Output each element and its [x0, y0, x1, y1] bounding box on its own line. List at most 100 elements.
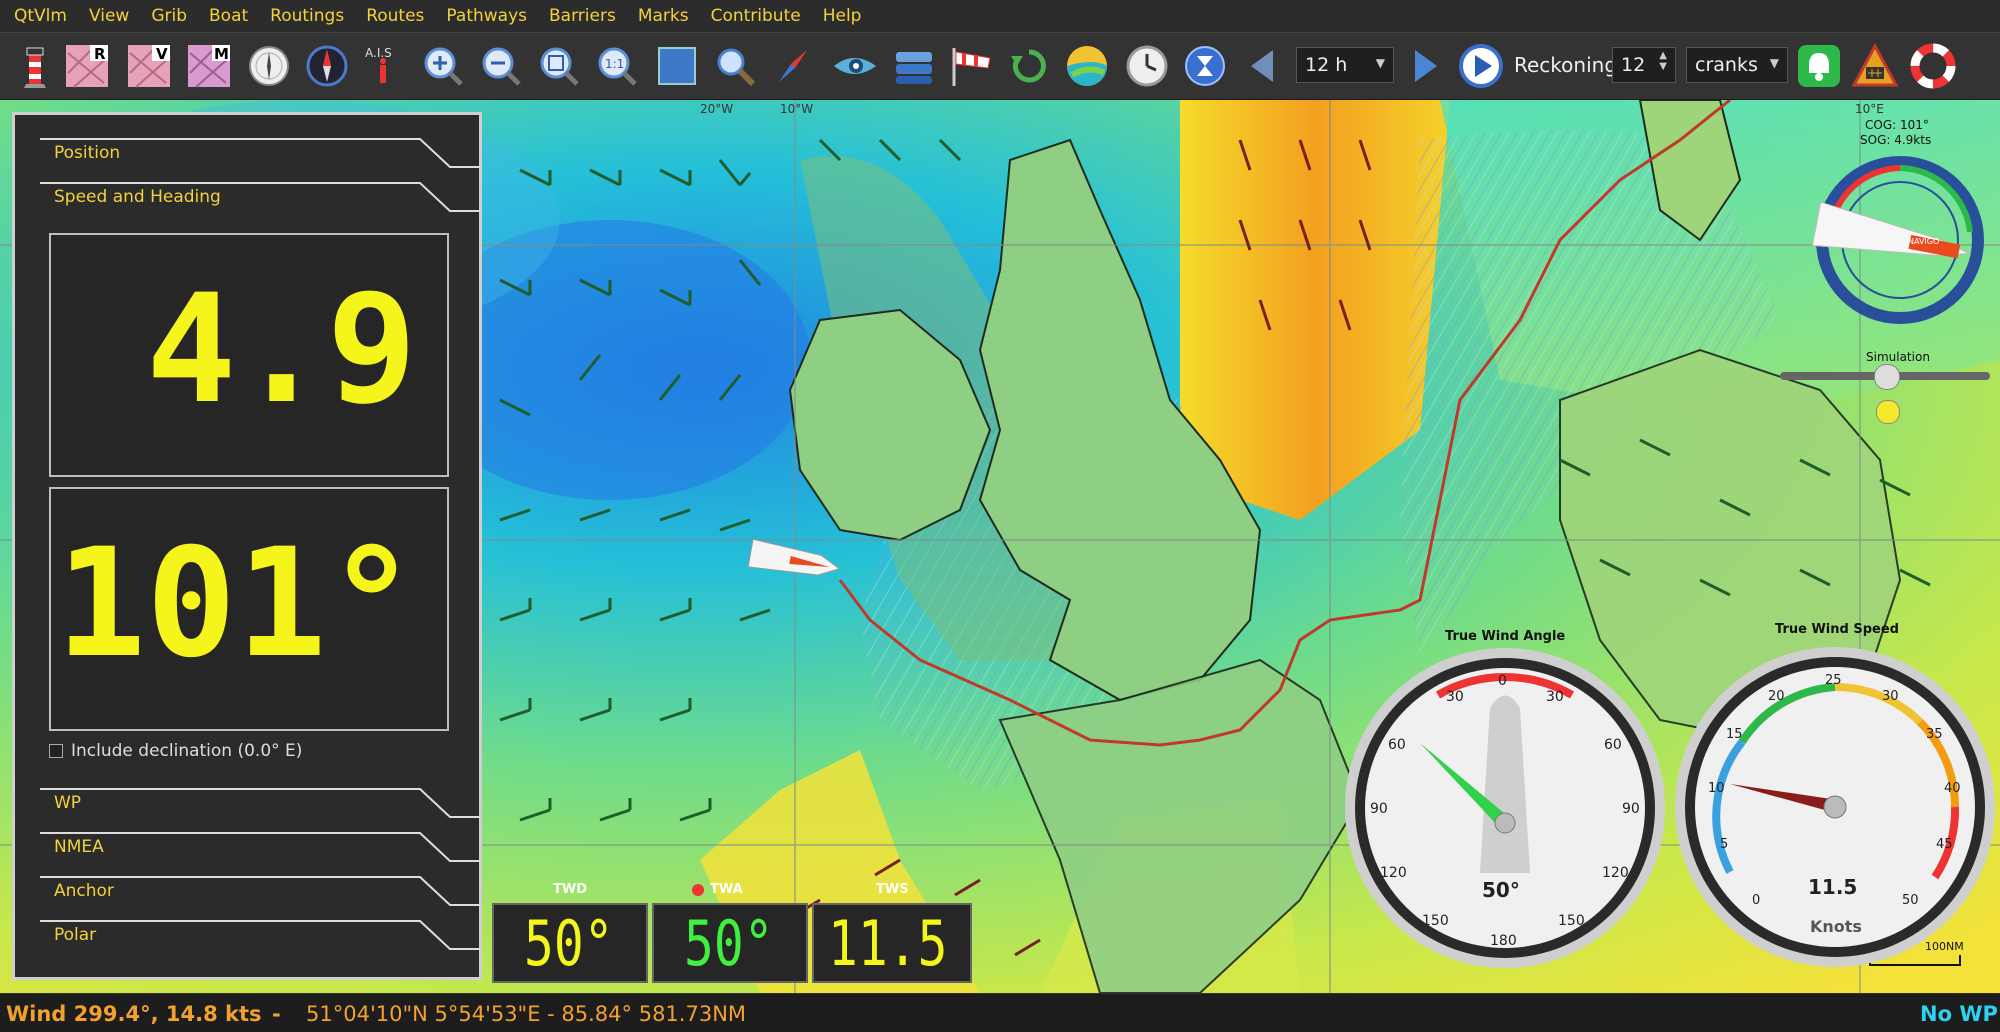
twa-alert-dot: [692, 884, 704, 896]
units-select[interactable]: cranks ▼: [1686, 47, 1788, 83]
zoom-in-icon[interactable]: [420, 43, 466, 89]
warning-icon[interactable]: [1852, 43, 1898, 89]
grib-m-icon[interactable]: M: [186, 43, 232, 89]
chevron-down-icon: ▼: [1375, 56, 1385, 70]
play-icon[interactable]: [1458, 43, 1504, 89]
map-square-icon[interactable]: [654, 43, 700, 89]
timestep-value: 12 h: [1305, 54, 1348, 76]
lighthouse-icon[interactable]: [12, 43, 58, 89]
twa-tick-30l: 30: [1446, 689, 1464, 705]
ais-label: A.I.S: [365, 46, 392, 60]
sog-label: SOG: 4.9kts: [1860, 133, 1932, 147]
twa-gauge-title: True Wind Angle: [1445, 629, 1566, 644]
twa-tick-120l: 120: [1380, 865, 1407, 881]
boat-info-panel: Position Speed and Heading 4.9 101° Incl…: [12, 112, 482, 980]
reckoning-spinbox[interactable]: 12 ▲ ▼: [1612, 47, 1676, 83]
ais-icon[interactable]: A.I.S: [362, 43, 408, 89]
heading-compass-icon[interactable]: [304, 43, 350, 89]
menu-barriers[interactable]: Barriers: [538, 0, 627, 32]
step-forward-icon[interactable]: [1402, 43, 1448, 89]
menu-boat[interactable]: Boat: [198, 0, 259, 32]
chevron-down-icon: ▼: [1769, 56, 1779, 70]
tws-gauge-title: True Wind Speed: [1775, 622, 1899, 637]
menu-view[interactable]: View: [78, 0, 140, 32]
compass-rose-icon[interactable]: [246, 43, 292, 89]
bell-icon[interactable]: [1796, 43, 1842, 89]
tws-tick-40: 40: [1944, 781, 1961, 796]
section-nmea[interactable]: NMEA: [40, 831, 480, 871]
tws-tick-25: 25: [1825, 673, 1842, 688]
menu-contribute[interactable]: Contribute: [700, 0, 812, 32]
tws-tick-10: 10: [1708, 781, 1725, 796]
timestep-select[interactable]: 12 h ▼: [1296, 47, 1394, 83]
cog-label: COG: 101°: [1865, 118, 1929, 132]
section-speed-heading-label: Speed and Heading: [54, 187, 221, 207]
toolbar: R V M A.I.S 1:1 12 h ▼ Reckoning 12 ▲ ▼ …: [0, 32, 2000, 101]
declination-checkbox[interactable]: Include declination (0.0° E): [49, 741, 302, 761]
section-position[interactable]: Position: [40, 137, 480, 177]
windsock-icon[interactable]: [948, 43, 994, 89]
zoom-out-icon[interactable]: [478, 43, 524, 89]
menu-marks[interactable]: Marks: [627, 0, 700, 32]
layers-icon[interactable]: [890, 43, 936, 89]
section-speed-heading[interactable]: Speed and Heading: [40, 181, 480, 221]
tws-tick-45: 45: [1936, 837, 1953, 852]
section-polar[interactable]: Polar: [40, 919, 480, 959]
section-position-label: Position: [54, 143, 121, 163]
twa-value: 50°: [684, 907, 774, 980]
compass-widget[interactable]: COG: 101° SOG: 4.9kts NAVIGO Simulation: [1780, 100, 2000, 440]
compass-dial: NAVIGO: [1811, 156, 1984, 324]
eye-icon[interactable]: [830, 43, 876, 89]
spin-arrows-icon[interactable]: ▲ ▼: [1659, 50, 1667, 72]
reckoning-label: Reckoning: [1514, 53, 1618, 77]
step-back-icon[interactable]: [1240, 43, 1286, 89]
reckoning-value: 12: [1621, 54, 1646, 76]
weather-globe-icon[interactable]: [1064, 43, 1110, 89]
twa-tick-30r: 30: [1546, 689, 1564, 705]
menu-routings[interactable]: Routings: [259, 0, 355, 32]
twa-tick-90l: 90: [1370, 801, 1388, 817]
twd-value: 50°: [524, 907, 614, 980]
twa-tick-180: 180: [1490, 933, 1517, 949]
clock-icon[interactable]: [1124, 43, 1170, 89]
twa-tick-120r: 120: [1602, 865, 1629, 881]
speed-value: 4.9: [146, 263, 417, 437]
checkbox-box[interactable]: [49, 744, 63, 758]
twa-label: TWA: [710, 882, 743, 897]
menu-qtvlm[interactable]: QtVlm: [0, 0, 78, 32]
grib-r-icon[interactable]: R: [64, 43, 110, 89]
lon-label-20w: 20°W: [700, 102, 733, 116]
status-bar: Wind 299.4°, 14.8 kts - 51°04'10"N 5°54'…: [0, 993, 2000, 1032]
tws-gauge: True Wind Speed 0 5 10 15 20 25 30 35 40…: [1670, 618, 2000, 978]
section-anchor[interactable]: Anchor: [40, 875, 480, 915]
grib-v-icon[interactable]: V: [126, 43, 172, 89]
tws-display: 11.5: [812, 903, 972, 983]
twa-tick-60l: 60: [1388, 737, 1406, 753]
section-wp[interactable]: WP: [40, 787, 480, 827]
zoom-1to1-icon[interactable]: 1:1: [594, 43, 640, 89]
units-value: cranks: [1695, 54, 1758, 76]
twd-display: 50°: [492, 903, 648, 983]
twa-tick-150r: 150: [1558, 913, 1585, 929]
section-wp-label: WP: [54, 793, 82, 813]
boat-name-label: NAVIGO: [1908, 237, 1939, 246]
twa-gauge-value: 50°: [1482, 878, 1520, 902]
refresh-icon[interactable]: [1006, 43, 1052, 89]
menu-grib[interactable]: Grib: [140, 0, 198, 32]
search-icon[interactable]: [712, 43, 758, 89]
simulation-slider-handle[interactable]: [1874, 364, 1900, 390]
speed-display: 4.9: [49, 233, 449, 477]
lifebuoy-icon[interactable]: [1910, 43, 1956, 89]
navigation-needle-icon[interactable]: [770, 43, 816, 89]
twd-label: TWD: [553, 882, 587, 897]
zoom-fit-icon[interactable]: [536, 43, 582, 89]
lon-label-10w: 10°W: [780, 102, 813, 116]
menu-pathways[interactable]: Pathways: [435, 0, 538, 32]
hourglass-icon[interactable]: [1182, 43, 1228, 89]
tws-value: 11.5: [828, 907, 948, 980]
status-wind: Wind 299.4°, 14.8 kts: [6, 1002, 262, 1026]
twa-tick-0: 0: [1498, 673, 1507, 689]
menu-routes[interactable]: Routes: [355, 0, 435, 32]
declination-label: Include declination (0.0° E): [71, 741, 303, 761]
menu-help[interactable]: Help: [812, 0, 873, 32]
